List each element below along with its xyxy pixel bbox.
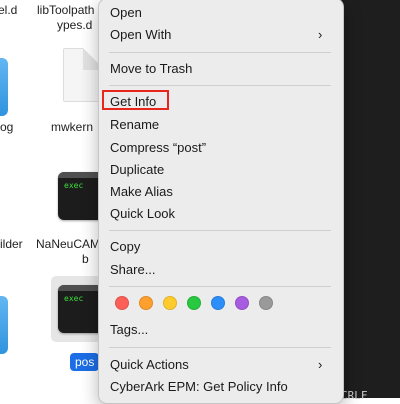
tag-color-dot[interactable] — [187, 296, 201, 310]
menu-item-share[interactable]: Share... — [110, 261, 156, 279]
line-ending-indicator[interactable]: CRLF — [341, 389, 368, 402]
menu-item-move-to-trash[interactable]: Move to Trash — [110, 60, 192, 78]
tag-color-dot[interactable] — [259, 296, 273, 310]
file-label: el.d — [0, 3, 18, 17]
menu-item-duplicate[interactable]: Duplicate — [110, 161, 164, 179]
menu-separator — [109, 230, 331, 231]
menu-item-compress[interactable]: Compress “post” — [110, 139, 206, 157]
tag-color-dot[interactable] — [163, 296, 177, 310]
tag-color-dot[interactable] — [235, 296, 249, 310]
exec-text: exec — [64, 294, 84, 303]
file-label: b — [82, 252, 89, 266]
exec-text: exec — [64, 181, 84, 190]
menu-item-open-with[interactable]: Open With — [110, 26, 171, 44]
menu-item-copy[interactable]: Copy — [110, 238, 140, 256]
chevron-right-icon: › — [318, 357, 323, 372]
menu-item-quick-actions[interactable]: Quick Actions — [110, 356, 189, 374]
file-label: ypes.d — [57, 18, 93, 32]
get-info-highlight-box — [102, 90, 169, 110]
selected-file-label[interactable]: pos — [70, 353, 100, 371]
menu-separator — [109, 286, 331, 287]
file-label: mwkern — [51, 120, 94, 134]
menu-separator — [109, 52, 331, 53]
folder-icon[interactable] — [0, 58, 8, 116]
folder-icon[interactable] — [0, 296, 8, 354]
file-label: ilder — [0, 237, 23, 251]
menu-item-tags[interactable]: Tags... — [110, 321, 148, 339]
menu-item-cyberark-get-policy-info[interactable]: CyberArk EPM: Get Policy Info — [110, 378, 288, 396]
tag-color-dot[interactable] — [139, 296, 153, 310]
chevron-right-icon: › — [318, 27, 323, 42]
menu-item-open[interactable]: Open — [110, 4, 142, 22]
menu-item-rename[interactable]: Rename — [110, 116, 159, 134]
menu-separator — [109, 347, 331, 348]
menu-separator — [109, 85, 331, 86]
menu-item-quick-look[interactable]: Quick Look — [110, 205, 175, 223]
file-label: NaNeuCAM — [36, 237, 101, 251]
menu-item-make-alias[interactable]: Make Alias — [110, 183, 173, 201]
tag-color-dot[interactable] — [115, 296, 129, 310]
tag-color-dot[interactable] — [211, 296, 225, 310]
editor-panel — [336, 0, 400, 398]
file-label: libToolpath — [37, 3, 95, 17]
file-label: og — [0, 120, 14, 134]
